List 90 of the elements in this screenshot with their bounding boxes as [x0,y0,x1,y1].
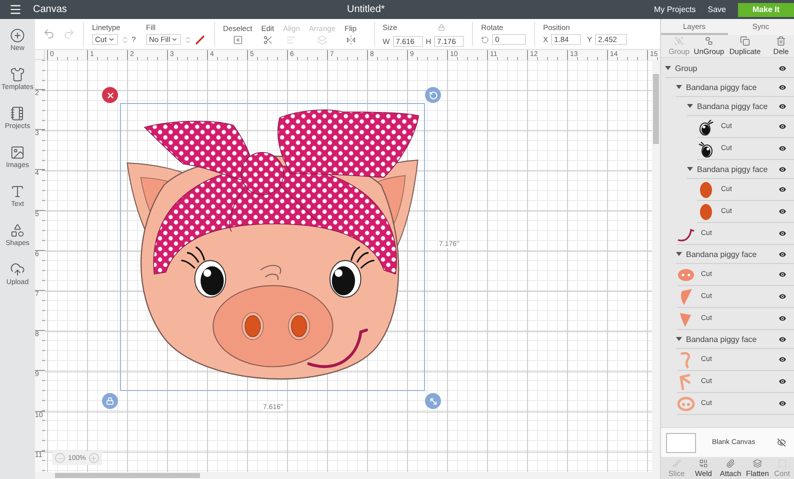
caret-icon [108,36,115,43]
scrollbar-thumb[interactable] [55,473,200,478]
layer-name: Bandana piggy face [697,102,768,110]
lock-handle[interactable] [102,393,118,409]
layer-name: Group [675,64,698,72]
group-icon [674,36,684,46]
eye-icon[interactable] [778,122,787,131]
caret-icon[interactable] [676,336,682,342]
eye-icon[interactable] [778,250,787,258]
stack-icon [753,458,762,468]
top-link[interactable]: Save [708,5,726,14]
layer-group-row[interactable]: Bandana piggy face [687,160,794,179]
stepper-icon [120,36,129,44]
eye-icon[interactable] [778,314,787,323]
layer-group-row[interactable]: Group [665,59,794,78]
eye-icon[interactable] [778,82,787,92]
layer-name: Bandana piggy face [686,334,757,344]
pig-eye-icon [697,118,715,136]
align-icon [286,34,296,44]
lock-icon [106,397,114,405]
eye-icon[interactable] [778,270,787,279]
layer-name: Bandana piggy face [697,164,768,174]
eye-icon[interactable] [778,144,787,153]
layer-group-row[interactable]: Bandana piggy face [676,330,794,349]
eye-icon[interactable] [778,229,787,238]
close-icon [106,90,114,100]
text-icon [10,184,25,199]
app-title: Canvas [33,4,67,15]
nostril-icon [697,202,715,220]
ungroup-icon [704,36,714,46]
resize-icon [428,396,438,406]
eye-icon[interactable] [778,334,787,344]
rotate-icon [428,90,438,100]
scissors-icon [262,34,273,44]
weld-icon [699,458,708,468]
plus-icon [90,454,98,462]
trash-icon [776,36,786,46]
eye-icon[interactable] [778,292,787,301]
snout-outline-icon [677,394,695,412]
eye-icon[interactable] [778,102,787,110]
nostril-icon [697,180,715,198]
eye-icon[interactable] [778,164,787,174]
eye-icon[interactable] [778,355,787,364]
vertical-scrollbar[interactable] [652,60,660,472]
layer-name: Bandana piggy face [686,250,757,258]
lock-icon [438,24,446,30]
caret-icon[interactable] [676,84,682,90]
cloud-upload-icon [10,262,25,277]
eye-icon[interactable] [778,207,787,216]
flip-icon [346,34,356,44]
horizontal-scrollbar[interactable] [35,472,660,479]
plus-circle-icon [10,28,25,43]
paperclip-icon [726,458,735,468]
pig-eye-icon [697,140,715,158]
stepper-icon [184,36,192,44]
knife-icon [672,458,681,468]
undo-button[interactable] [43,28,55,40]
caret-icon[interactable] [687,166,693,172]
duplicate-icon [740,36,750,46]
undo-icon [43,28,55,40]
eye-icon[interactable] [778,64,787,72]
layers-icon [317,34,328,44]
caret-icon[interactable] [687,103,693,109]
shapes-icon [10,223,25,238]
eye-off-icon[interactable] [777,438,786,447]
rotate-icon [481,36,490,44]
layer-group-row[interactable]: Bandana piggy face [687,97,794,116]
caret-icon[interactable] [676,251,682,257]
shirt-icon [10,67,25,82]
scrollbar-thumb[interactable] [653,74,659,144]
caret-icon[interactable] [665,65,671,71]
resize-handle[interactable] [425,393,441,409]
layer-group-row[interactable]: Bandana piggy face [676,245,794,264]
document-title: Untitled* [347,4,385,15]
redo-icon [63,28,75,40]
eye-icon[interactable] [778,377,787,386]
rotate-handle[interactable] [425,87,441,103]
image-icon [10,145,25,160]
menu-icon[interactable] [9,3,22,16]
eye-icon[interactable] [778,185,787,194]
layer-group-row[interactable]: Bandana piggy face [676,78,794,97]
notebook-icon [10,106,25,121]
plus-square-icon [232,34,243,44]
delete-handle[interactable] [102,87,118,103]
caret-icon [171,36,178,43]
line-color-swatch[interactable] [195,34,206,44]
eye-icon[interactable] [778,399,787,408]
layer-name: Bandana piggy face [686,82,757,92]
canvas-swatch [666,432,696,452]
top-link[interactable]: My Projects [654,5,696,14]
